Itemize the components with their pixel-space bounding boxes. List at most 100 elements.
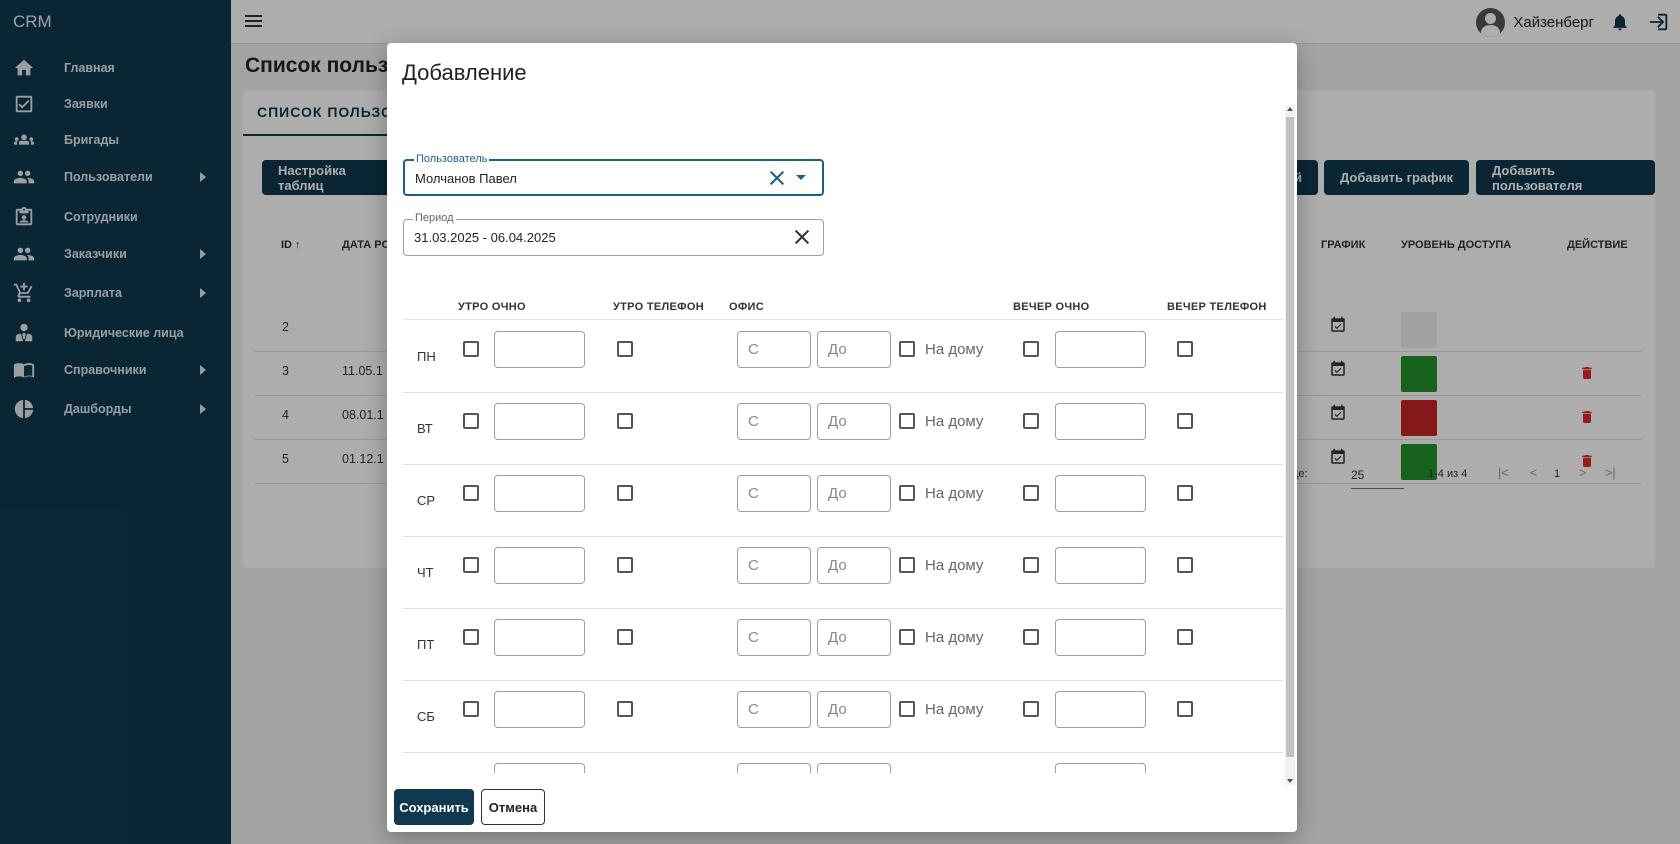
day-row: ЧТ На дому <box>403 537 1283 609</box>
col-evening-phone: ВЕЧЕР ТЕЛЕФОН <box>1167 301 1267 313</box>
evening-phone-checkbox[interactable] <box>1177 701 1193 717</box>
morning-office-input[interactable] <box>494 547 585 584</box>
home-checkbox[interactable] <box>899 557 915 573</box>
home-checkbox[interactable] <box>899 629 915 645</box>
dialog-scrollbar[interactable] <box>1285 105 1295 785</box>
home-label: На дому <box>925 341 984 358</box>
day-row: СР На дому <box>403 465 1283 537</box>
scroll-down-icon[interactable] <box>1287 779 1293 783</box>
morning-office-checkbox[interactable] <box>463 557 479 573</box>
office-to-input[interactable] <box>817 331 891 368</box>
cancel-button[interactable]: Отмена <box>481 789 545 825</box>
evening-office-input[interactable] <box>1055 403 1146 440</box>
evening-office-checkbox[interactable] <box>1023 629 1039 645</box>
home-label: На дому <box>925 557 984 574</box>
day-label: ЧТ <box>417 565 434 580</box>
scrollbar-thumb[interactable] <box>1286 117 1294 757</box>
day-label: ВТ <box>417 421 433 436</box>
clear-period-icon[interactable] <box>793 228 811 246</box>
evening-office-checkbox[interactable] <box>1023 341 1039 357</box>
morning-office-checkbox[interactable] <box>463 341 479 357</box>
period-label: Период <box>413 212 456 224</box>
home-checkbox[interactable] <box>899 485 915 501</box>
office-to-input[interactable] <box>817 475 891 512</box>
office-to-input[interactable] <box>817 403 891 440</box>
morning-phone-checkbox[interactable] <box>617 629 633 645</box>
morning-phone-checkbox[interactable] <box>617 413 633 429</box>
office-from-input[interactable] <box>737 763 811 773</box>
morning-phone-checkbox[interactable] <box>617 341 633 357</box>
evening-office-checkbox[interactable] <box>1023 485 1039 501</box>
evening-office-checkbox[interactable] <box>1023 413 1039 429</box>
home-label: На дому <box>925 485 984 502</box>
evening-office-checkbox[interactable] <box>1023 557 1039 573</box>
home-checkbox[interactable] <box>899 341 915 357</box>
clear-user-icon[interactable] <box>768 169 786 187</box>
dropdown-arrow-icon[interactable] <box>796 175 806 180</box>
user-select-value: Молчанов Павел <box>415 171 517 186</box>
office-from-input[interactable] <box>737 691 811 728</box>
morning-phone-checkbox[interactable] <box>617 557 633 573</box>
home-checkbox[interactable] <box>899 701 915 717</box>
evening-office-input[interactable] <box>1055 619 1146 656</box>
day-row: ВСНа дому <box>403 753 1283 773</box>
morning-office-checkbox[interactable] <box>463 413 479 429</box>
evening-office-checkbox[interactable] <box>1023 701 1039 717</box>
morning-office-input[interactable] <box>494 763 585 773</box>
day-label: ПН <box>417 349 436 364</box>
add-schedule-dialog: Добавление Пользователь Молчанов Павел П… <box>387 43 1297 832</box>
office-from-input[interactable] <box>737 547 811 584</box>
col-morning-phone: УТРО ТЕЛЕФОН <box>613 301 704 313</box>
day-row: ВТ На дому <box>403 393 1283 465</box>
morning-office-checkbox[interactable] <box>463 701 479 717</box>
period-field[interactable]: Период 31.03.2025 - 06.04.2025 <box>403 212 824 256</box>
morning-office-input[interactable] <box>494 475 585 512</box>
office-to-input[interactable] <box>817 763 891 773</box>
morning-office-input[interactable] <box>494 619 585 656</box>
home-label: На дому <box>925 413 984 430</box>
morning-office-checkbox[interactable] <box>463 629 479 645</box>
evening-phone-checkbox[interactable] <box>1177 413 1193 429</box>
office-from-input[interactable] <box>737 331 811 368</box>
scroll-up-icon[interactable] <box>1287 107 1293 111</box>
morning-phone-checkbox[interactable] <box>617 485 633 501</box>
day-row: ПТ На дому <box>403 609 1283 681</box>
period-value: 31.03.2025 - 06.04.2025 <box>414 230 556 245</box>
home-checkbox[interactable] <box>899 413 915 429</box>
day-label: СБ <box>417 709 435 724</box>
office-to-input[interactable] <box>817 691 891 728</box>
office-from-input[interactable] <box>737 403 811 440</box>
day-row: СБ На дому <box>403 681 1283 753</box>
save-button[interactable]: Сохранить <box>394 789 474 825</box>
morning-office-checkbox[interactable] <box>463 485 479 501</box>
office-to-input[interactable] <box>817 547 891 584</box>
evening-phone-checkbox[interactable] <box>1177 629 1193 645</box>
day-row: ПН На дому <box>403 321 1283 393</box>
evening-office-input[interactable] <box>1055 547 1146 584</box>
evening-office-input[interactable] <box>1055 475 1146 512</box>
col-morning-office: УТРО ОЧНО <box>458 301 526 313</box>
morning-office-input[interactable] <box>494 331 585 368</box>
home-label: На дому <box>925 701 984 718</box>
evening-office-input[interactable] <box>1055 331 1146 368</box>
col-office: ОФИС <box>729 301 764 313</box>
office-from-input[interactable] <box>737 475 811 512</box>
evening-office-input[interactable] <box>1055 691 1146 728</box>
home-label: На дому <box>925 629 984 646</box>
morning-office-input[interactable] <box>494 403 585 440</box>
col-evening-office: ВЕЧЕР ОЧНО <box>1013 301 1090 313</box>
evening-phone-checkbox[interactable] <box>1177 557 1193 573</box>
office-to-input[interactable] <box>817 619 891 656</box>
morning-phone-checkbox[interactable] <box>617 701 633 717</box>
evening-phone-checkbox[interactable] <box>1177 341 1193 357</box>
day-label: ПТ <box>417 637 435 652</box>
morning-office-input[interactable] <box>494 691 585 728</box>
evening-office-input[interactable] <box>1055 763 1146 773</box>
evening-phone-checkbox[interactable] <box>1177 485 1193 501</box>
user-select-label: Пользователь <box>414 153 490 165</box>
office-from-input[interactable] <box>737 619 811 656</box>
header-divider <box>403 319 1283 320</box>
dialog-scroll-area[interactable]: Пользователь Молчанов Павел Период 31.03… <box>395 103 1285 773</box>
user-select[interactable]: Пользователь Молчанов Павел <box>403 153 824 196</box>
dialog-title: Добавление <box>402 60 527 85</box>
